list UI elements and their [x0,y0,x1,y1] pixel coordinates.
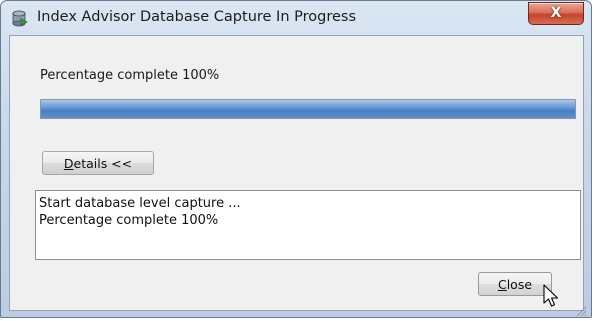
details-button-label: Details << [63,156,133,171]
progress-bar [40,99,576,119]
window-close-button[interactable]: X [528,2,584,25]
close-button[interactable]: Close [478,272,552,296]
dialog-content: Percentage complete 100% Details << Star… [9,35,584,311]
close-x-icon: X [550,5,562,21]
log-line: Start database level capture ... [39,196,241,211]
details-toggle-button[interactable]: Details << [42,151,154,175]
title-bar[interactable]: Index Advisor Database Capture In Progre… [1,1,591,35]
mouse-pointer-icon [542,284,564,310]
progress-bar-fill [41,100,575,118]
log-line: Percentage complete 100% [39,213,219,228]
database-icon [12,10,29,27]
close-button-label: Close [497,277,533,292]
capture-log[interactable]: Start database level capture ... Percent… [35,190,581,260]
dialog-window: Index Advisor Database Capture In Progre… [0,0,592,318]
resize-grip-icon[interactable] [575,302,587,317]
window-title: Index Advisor Database Capture In Progre… [37,9,357,25]
progress-label: Percentage complete 100% [40,68,220,83]
